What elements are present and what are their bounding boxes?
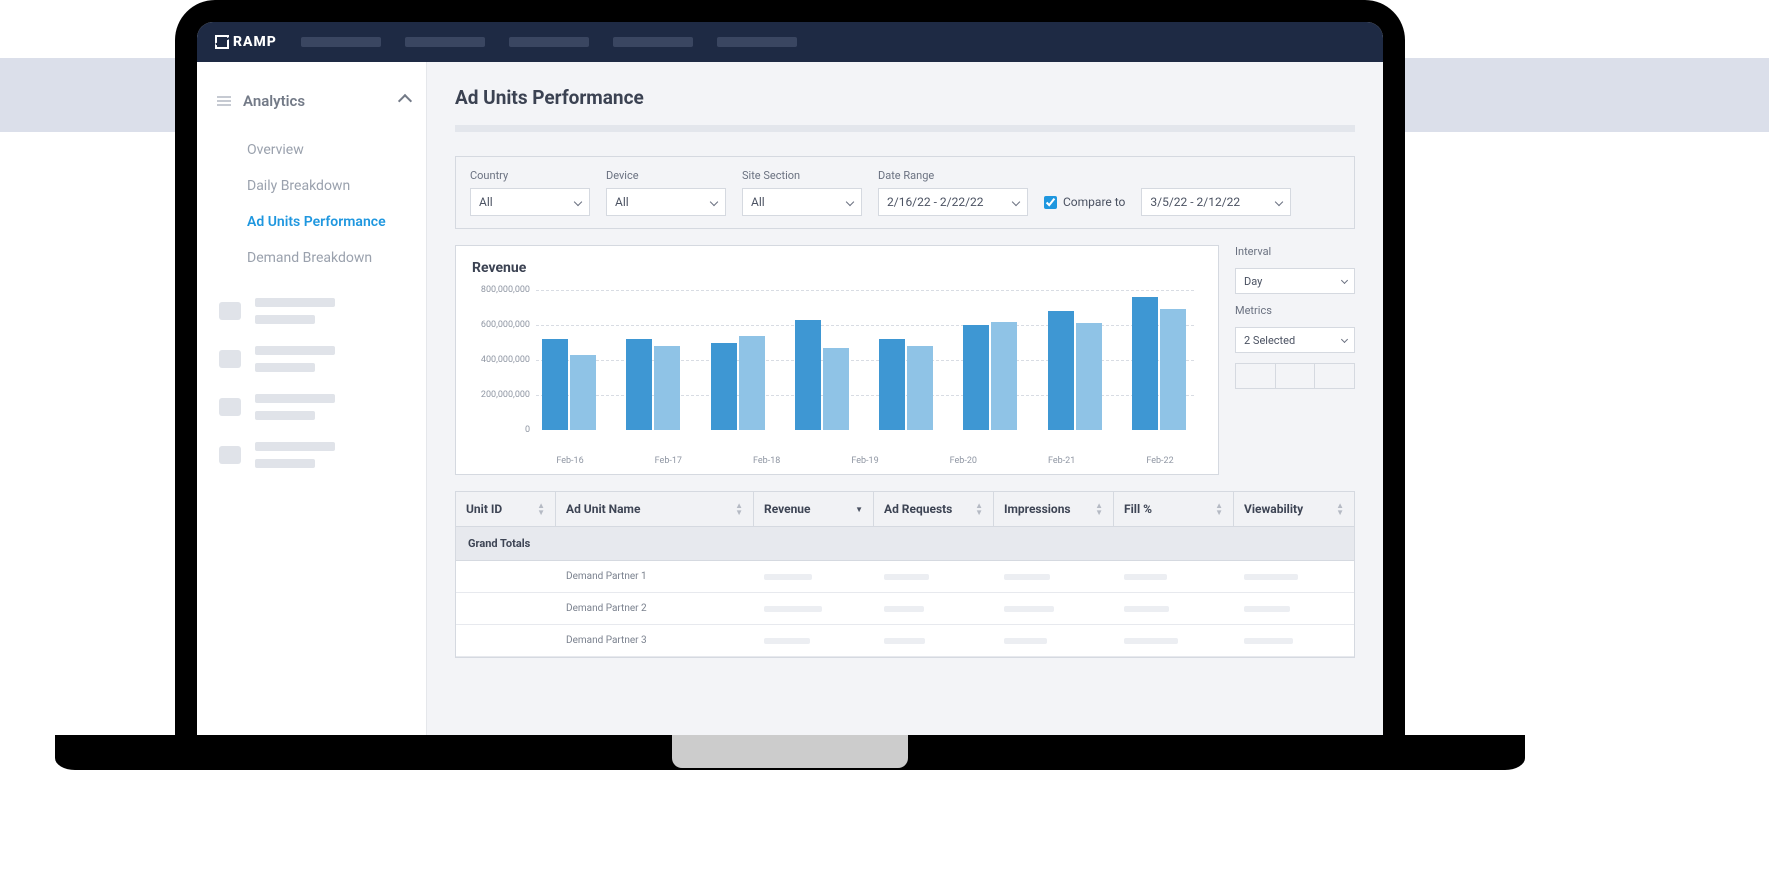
interval-label: Interval <box>1235 245 1355 258</box>
bar-group <box>879 290 935 430</box>
col-impressions[interactable]: Impressions▲▼ <box>994 492 1114 526</box>
table-row[interactable]: Demand Partner 3 <box>456 625 1354 657</box>
compare-range-select[interactable]: 3/5/22 - 2/12/22 <box>1141 188 1291 216</box>
site-section-select[interactable]: All <box>742 188 862 216</box>
bar-group <box>711 290 767 430</box>
compare-label: Compare to <box>1063 195 1125 209</box>
metrics-label: Metrics <box>1235 304 1355 317</box>
chart-legend-swatch <box>1235 363 1355 389</box>
page-title: Ad Units Performance <box>455 86 1355 109</box>
metrics-select[interactable]: 2 Selected <box>1235 327 1355 353</box>
chevron-down-icon <box>1341 336 1348 343</box>
sidebar-section-label: Analytics <box>243 92 305 110</box>
col-revenue[interactable]: Revenue▼ <box>754 492 874 526</box>
sidebar-ghost-item[interactable] <box>217 394 410 420</box>
list-icon <box>219 446 241 464</box>
main-content: Ad Units Performance Country All Device … <box>427 62 1383 735</box>
sidebar: Analytics Overview Daily Breakdown Ad Un… <box>197 62 427 735</box>
bar-group <box>626 290 682 430</box>
video-icon <box>219 302 241 320</box>
filter-label-country: Country <box>470 169 590 182</box>
chevron-down-icon <box>1275 198 1283 206</box>
laptop-frame: RAMP Analytics Overview Daily Breakdown <box>175 0 1405 760</box>
grand-totals-row: Grand Totals <box>456 527 1354 561</box>
bar-group <box>963 290 1019 430</box>
chart-side-controls: Interval Day Metrics 2 Selected <box>1235 245 1355 475</box>
sidebar-section-analytics[interactable]: Analytics <box>217 92 410 110</box>
nav-item-placeholder[interactable] <box>717 37 797 47</box>
col-ad-requests[interactable]: Ad Requests▲▼ <box>874 492 994 526</box>
logo-icon <box>215 35 229 49</box>
filters-bar: Country All Device All Site Section All <box>455 156 1355 229</box>
nav-item-placeholder[interactable] <box>301 37 381 47</box>
chart-line-icon <box>219 350 241 368</box>
table-row[interactable]: Demand Partner 2 <box>456 593 1354 625</box>
gears-icon <box>219 398 241 416</box>
brand-text: RAMP <box>233 34 277 50</box>
nav-item-placeholder[interactable] <box>613 37 693 47</box>
bar-group <box>1048 290 1104 430</box>
filter-label-site-section: Site Section <box>742 169 862 182</box>
chart-title: Revenue <box>472 260 1202 276</box>
divider <box>455 125 1355 132</box>
filter-label-date-range: Date Range <box>878 169 1028 182</box>
nav-item-placeholder[interactable] <box>405 37 485 47</box>
filter-label-device: Device <box>606 169 726 182</box>
compare-checkbox[interactable] <box>1044 196 1057 209</box>
brand-logo: RAMP <box>215 34 277 50</box>
col-fill[interactable]: Fill %▲▼ <box>1114 492 1234 526</box>
sidebar-item-overview[interactable]: Overview <box>217 132 410 168</box>
bar-group <box>542 290 598 430</box>
col-ad-unit-name[interactable]: Ad Unit Name▲▼ <box>556 492 754 526</box>
chevron-down-icon <box>1341 277 1348 284</box>
ad-units-table: Unit ID▲▼ Ad Unit Name▲▼ Revenue▼ Ad Req… <box>455 491 1355 658</box>
sidebar-ghost-item[interactable] <box>217 298 410 324</box>
bar-group <box>795 290 851 430</box>
chart-plot-area: 0200,000,000400,000,000600,000,000800,00… <box>536 290 1194 450</box>
device-select[interactable]: All <box>606 188 726 216</box>
sidebar-ghost-item[interactable] <box>217 346 410 372</box>
sidebar-item-daily-breakdown[interactable]: Daily Breakdown <box>217 168 410 204</box>
revenue-chart-card: Revenue 0200,000,000400,000,000600,000,0… <box>455 245 1219 475</box>
nav-item-placeholder[interactable] <box>509 37 589 47</box>
col-unit-id[interactable]: Unit ID▲▼ <box>456 492 556 526</box>
interval-select[interactable]: Day <box>1235 268 1355 294</box>
date-range-select[interactable]: 2/16/22 - 2/22/22 <box>878 188 1028 216</box>
hamburger-icon <box>217 96 231 106</box>
sidebar-item-ad-units-performance[interactable]: Ad Units Performance <box>217 204 410 240</box>
chevron-down-icon <box>846 198 854 206</box>
chevron-up-icon <box>398 94 412 108</box>
country-select[interactable]: All <box>470 188 590 216</box>
chevron-down-icon <box>1012 198 1020 206</box>
table-row[interactable]: Demand Partner 1 <box>456 561 1354 593</box>
chevron-down-icon <box>710 198 718 206</box>
sidebar-ghost-item[interactable] <box>217 442 410 468</box>
sidebar-item-demand-breakdown[interactable]: Demand Breakdown <box>217 240 410 276</box>
table-header: Unit ID▲▼ Ad Unit Name▲▼ Revenue▼ Ad Req… <box>456 492 1354 527</box>
col-viewability[interactable]: Viewability▲▼ <box>1234 492 1354 526</box>
top-nav: RAMP <box>197 22 1383 62</box>
chevron-down-icon <box>574 198 582 206</box>
